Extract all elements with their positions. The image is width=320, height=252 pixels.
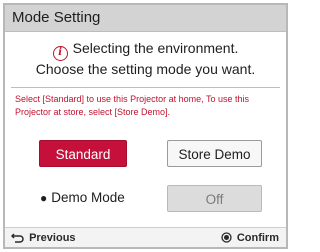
standard-button[interactable]: Standard — [39, 140, 127, 167]
ok-circle-icon — [221, 232, 237, 244]
bullet-icon: ● — [40, 191, 48, 205]
dialog-message: i Selecting the environment. Choose the s… — [5, 38, 286, 80]
message-line-1: i Selecting the environment. — [5, 38, 286, 61]
dialog-title-bar: Mode Setting — [5, 5, 286, 32]
message-line-2: Choose the setting mode you want. — [35, 61, 256, 77]
demo-mode-value-button: Off — [167, 185, 262, 212]
message-line-1-text: Selecting the environment. — [72, 40, 239, 56]
confirm-button[interactable]: Confirm — [221, 231, 279, 245]
mode-setting-dialog: Mode Setting i Selecting the environment.… — [3, 3, 288, 249]
store-demo-button[interactable]: Store Demo — [167, 140, 262, 167]
dialog-title: Mode Setting — [12, 9, 101, 26]
demo-mode-row-label: ● Demo Mode — [40, 189, 125, 207]
dialog-footer: Previous Confirm — [5, 227, 286, 247]
return-arrow-icon — [10, 232, 29, 244]
confirm-label: Confirm — [236, 232, 279, 244]
demo-mode-label: Demo Mode — [51, 190, 125, 205]
previous-label: Previous — [29, 232, 76, 244]
previous-button[interactable]: Previous — [10, 231, 76, 245]
help-text: Select [Standard] to use this Projector … — [15, 94, 249, 117]
divider — [11, 87, 280, 88]
